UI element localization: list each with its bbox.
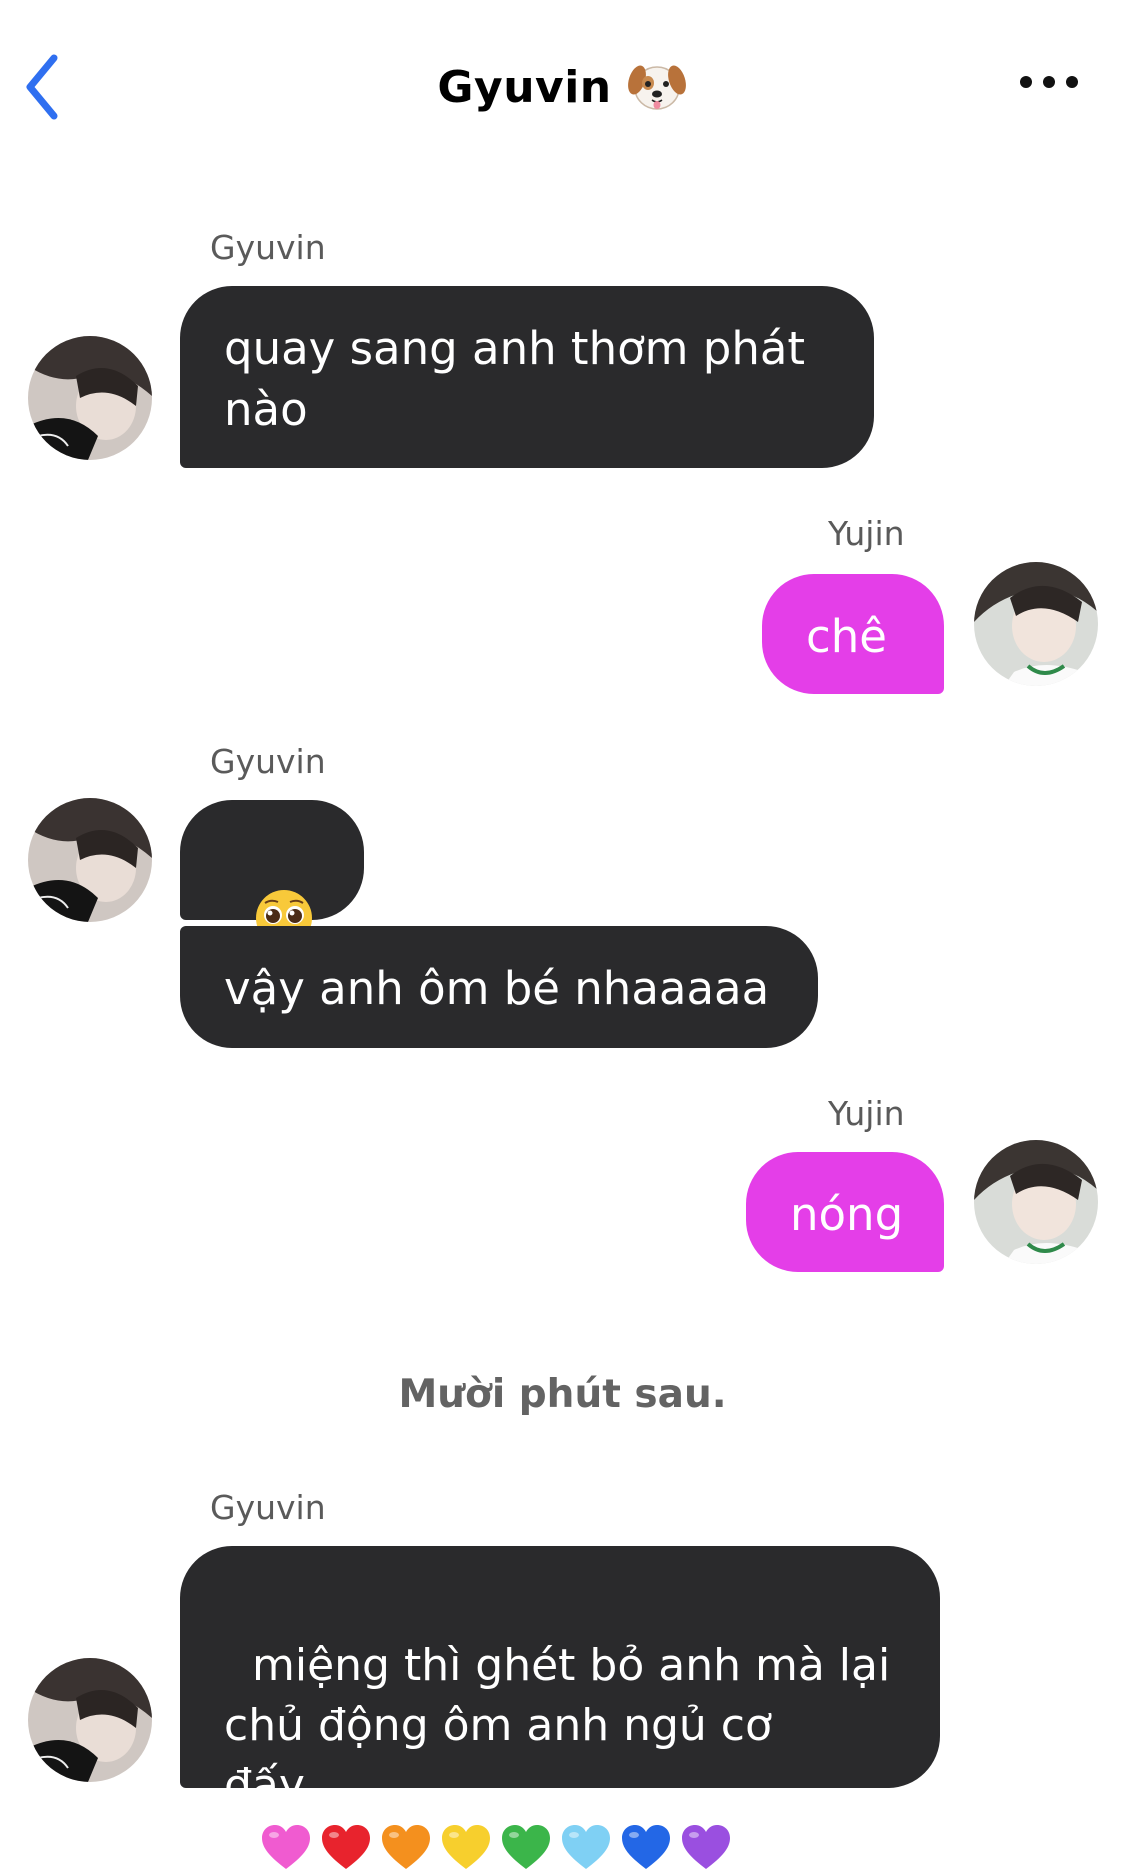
time-divider: Mười phút sau. [398,1372,727,1417]
message-text: miệng thì ghét bỏ anh mà lại chủ động ôm… [224,1640,891,1811]
green-heart-icon [501,1825,550,1869]
sender-label: Yujin [828,514,905,553]
sender-label: Gyuvin [210,742,326,781]
chat-title: Gyuvin [437,61,612,113]
avatar-image [28,798,152,922]
sender-label: Yujin [828,1094,905,1133]
sender-label: Gyuvin [210,1488,326,1527]
message-bubble-outgoing[interactable]: chê [762,574,944,694]
avatar-image [974,1140,1098,1264]
avatar-gyuvin[interactable] [28,798,152,922]
message-bubble-incoming[interactable]: miệng thì ghét bỏ anh mà lại chủ động ôm… [180,1546,940,1869]
avatar-image [28,336,152,460]
heart-emoji-row [252,1820,732,1871]
avatar-gyuvin[interactable] [28,336,152,460]
back-button[interactable] [20,52,80,122]
ellipsis-icon [1020,76,1078,88]
chat-header: Gyuvin [0,0,1125,170]
red-heart-icon [321,1825,370,1869]
message-bubble-incoming[interactable] [180,800,364,946]
message-bubble-incoming[interactable]: vậy anh ôm bé nhaaaaa [180,926,818,1048]
pink-heart-icon [261,1825,310,1869]
avatar-image [28,1658,152,1782]
avatar-image [974,562,1098,686]
message-bubble-outgoing[interactable]: nóng [746,1152,944,1272]
avatar-yujin[interactable] [974,1140,1098,1264]
avatar-yujin[interactable] [974,562,1098,686]
chat-title-wrap: Gyuvin [0,52,1125,122]
avatar-gyuvin[interactable] [28,1658,152,1782]
light-blue-heart-icon [561,1825,610,1869]
chevron-left-icon [26,54,58,120]
purple-heart-icon [681,1825,730,1869]
dog-face-icon [627,65,686,110]
blue-heart-icon [621,1825,670,1869]
sender-label: Gyuvin [210,228,326,267]
orange-heart-icon [381,1825,430,1869]
yellow-heart-icon [441,1825,490,1869]
message-bubble-incoming[interactable]: quay sang anh thơm phát nào [180,286,874,468]
more-options-button[interactable] [1012,62,1092,102]
